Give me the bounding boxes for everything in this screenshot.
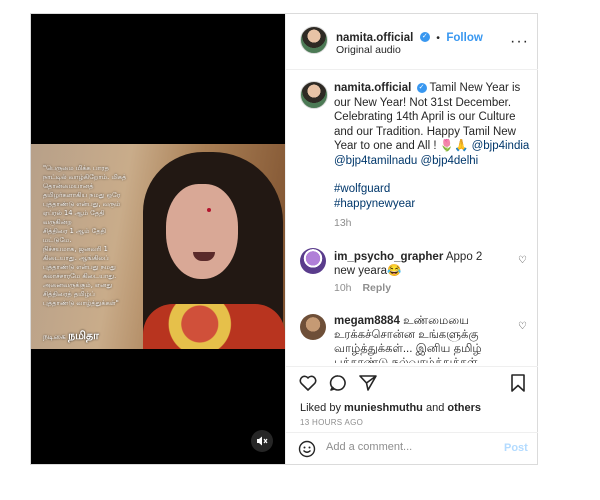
post-header: namita.official ✓ • Follow Original audi… — [286, 14, 538, 70]
speaker-muted-icon — [257, 436, 268, 446]
mention-link[interactable]: @bjp4india — [472, 140, 530, 152]
audio-label[interactable]: Original audio — [336, 44, 401, 56]
instagram-post-dialog: "பெருமை மிக்க பாரத நாட்டில் வாழ்கிறோம். … — [30, 13, 538, 465]
reply-button[interactable]: Reply — [362, 282, 391, 294]
caption-time[interactable]: 13h — [334, 216, 530, 231]
hashtag-link[interactable]: #wolfguard — [334, 182, 530, 197]
speaker-face — [166, 184, 238, 279]
hashtag-link[interactable]: #happynewyear — [334, 197, 530, 212]
commenter-avatar[interactable] — [300, 314, 326, 340]
post-actions — [286, 366, 538, 398]
comments-list: namita.official ✓ Tamil New Year is our … — [286, 71, 538, 363]
mention-link[interactable]: @bjp4tamilnadu — [334, 155, 417, 167]
emoji-icon[interactable] — [298, 440, 316, 458]
caption-emoji: 🌷🙏 — [439, 140, 469, 152]
caption-avatar[interactable] — [300, 81, 328, 109]
like-comment-icon[interactable]: ♡ — [518, 255, 527, 266]
comment: megam8884 உண்மையை உரக்கச்சொன்ன உங்களுக்க… — [334, 314, 506, 363]
share-icon[interactable] — [358, 373, 378, 393]
follow-button[interactable]: Follow — [446, 32, 482, 44]
bookmark-icon[interactable] — [508, 373, 528, 393]
author-username[interactable]: namita.official — [336, 32, 413, 44]
comment-composer: Post — [286, 432, 538, 464]
caption-username[interactable]: namita.official — [334, 82, 411, 94]
likes-summary: Liked by munieshmuthu and others — [300, 402, 481, 414]
post-caption: namita.official ✓ Tamil New Year is our … — [334, 81, 530, 231]
post-sidebar: namita.official ✓ • Follow Original audi… — [285, 14, 538, 464]
video-frame: "பெருமை மிக்க பாரத நாட்டில் வாழ்கிறோம். … — [31, 144, 285, 349]
comment-time[interactable]: 10h — [334, 282, 352, 294]
author-avatar[interactable] — [300, 26, 328, 54]
commenter-avatar[interactable] — [300, 248, 326, 274]
mute-button[interactable] — [251, 430, 273, 452]
verified-badge-icon: ✓ — [416, 82, 427, 93]
video-overlay-signature: நடிகை நமிதா — [43, 329, 99, 342]
like-comment-icon[interactable]: ♡ — [518, 321, 527, 332]
comment-input[interactable] — [326, 441, 496, 453]
header-separator: • — [436, 32, 440, 44]
verified-badge-icon: ✓ — [419, 31, 430, 42]
post-timestamp[interactable]: 13 HOURS AGO — [300, 418, 363, 427]
comment-username[interactable]: megam8884 — [334, 315, 400, 327]
liked-by-user[interactable]: munieshmuthu — [344, 402, 423, 414]
likes-others-link[interactable]: others — [447, 402, 481, 414]
post-comment-button[interactable]: Post — [504, 442, 528, 454]
video-overlay-quote: "பெருமை மிக்க பாரத நாட்டில் வாழ்கிறோம். … — [43, 164, 127, 307]
comment-username[interactable]: im_psycho_grapher — [334, 251, 443, 263]
more-options-icon[interactable]: ··· — [510, 34, 529, 50]
post-video[interactable]: "பெருமை மிக்க பாரத நாட்டில் வாழ்கிறோம். … — [31, 14, 285, 464]
mention-link[interactable]: @bjp4delhi — [420, 155, 478, 167]
heart-icon[interactable] — [298, 373, 318, 393]
comment-icon[interactable] — [328, 373, 348, 393]
comment: im_psycho_grapher Appo 2 new yeara😂 10h … — [334, 250, 504, 294]
